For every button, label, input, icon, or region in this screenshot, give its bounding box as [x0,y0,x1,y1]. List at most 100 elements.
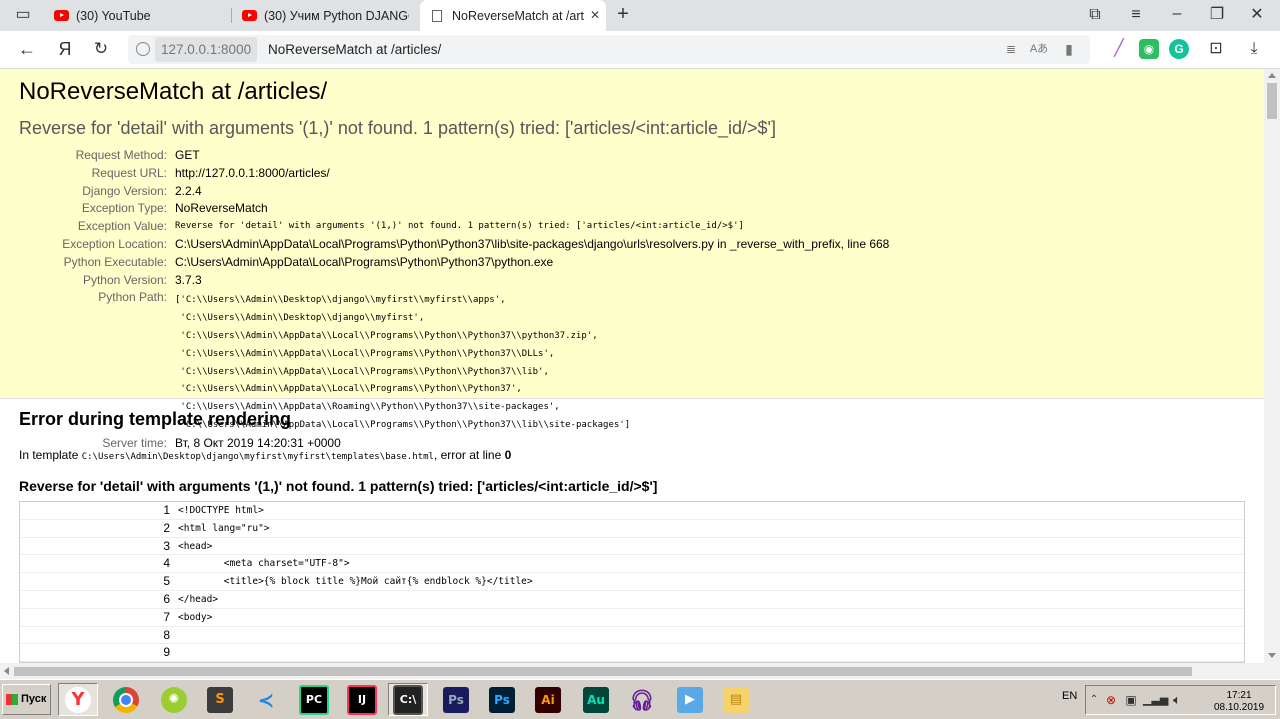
meta-row: Python Version: 3.7.3 [19,272,889,290]
meta-label: Request URL: [91,165,167,180]
address-bar-row: ← Я ↻ 127.0.0.1:8000 NoReverseMatch at /… [0,31,1280,69]
line-number: 2 [163,520,170,535]
illustrator-icon: Ai [535,686,561,713]
address-host: 127.0.0.1:8000 [155,37,258,62]
meta-row: Django Version: 2.2.4 [19,183,889,201]
source-line: 9 [20,644,1244,663]
windows-logo-icon [6,694,18,705]
language-indicator[interactable]: EN [1062,690,1077,702]
start-label: Пуск [21,693,47,705]
site-info-icon[interactable] [136,42,150,56]
template-source-table: 1 <!DOCTYPE html> 2 <html lang="ru"> 3 <hea… [19,501,1245,663]
line-number: 1 [163,503,170,517]
meta-label: Python Executable: [63,254,167,269]
source-line: 5 <title>{% block title %}Мой сайт{% end… [20,573,1244,591]
horizontal-scroll-thumb[interactable] [14,667,1192,676]
horizontal-scrollbar[interactable] [0,663,1280,679]
new-tab-icon[interactable]: + [612,4,634,24]
tab-noreversematch[interactable]: NoReverseMatch at /articles/ ✕ [420,0,606,31]
address-bar[interactable]: 127.0.0.1:8000 NoReverseMatch at /articl… [128,35,1090,64]
meta-value: Reverse for 'detail' with arguments '(1,… [175,221,744,232]
menu-icon[interactable]: ≡ [1125,5,1147,25]
taskbar-app-explorer[interactable]: ▤ [716,683,756,716]
error-subtitle: Reverse for 'detail' with arguments '(1,… [19,118,776,138]
pen-extension-icon[interactable]: ╱ [1108,39,1130,59]
taskbar-app-audition[interactable]: Au [576,683,616,716]
yandex-icon[interactable]: Я [54,39,76,59]
evernote-extension-icon[interactable]: ◉ [1139,39,1159,59]
meta-label: Python Version: [82,272,167,287]
show-hidden-icons-icon[interactable]: ⌃ [1088,690,1100,710]
meta-row: Exception Location: C:\Users\Admin\AppDat… [19,236,889,254]
vscode-icon: ≺ [257,687,275,712]
taskbar-app-sublime[interactable]: S [200,683,240,716]
taskbar-app-yandex[interactable]: Y [58,683,98,716]
meta-label: Django Version: [82,183,167,198]
terminal-icon: C:\ [393,684,423,715]
scroll-left-icon[interactable] [4,667,9,675]
meta-row: Exception Type: NoReverseMatch [19,200,889,218]
grammarly-extension-icon[interactable]: G [1169,39,1189,59]
tab-youtube[interactable]: (30) YouTube [48,0,228,31]
meta-value: 3.7.3 [175,272,202,287]
taskbar-app-photoshop[interactable]: Ps [436,683,476,716]
taskbar-app-chrome[interactable] [106,683,146,716]
taskbar-app-lime[interactable]: ✺ [154,683,194,716]
tabs-manager-icon[interactable]: ▭ [12,5,34,25]
source-line: 3 <head> [20,538,1244,556]
close-tab-icon[interactable]: ✕ [590,8,600,22]
close-window-icon[interactable]: ✕ [1246,5,1268,25]
tab-youtube-django[interactable]: (30) Учим Python DJANGO [236,0,416,31]
bookmarks-icon[interactable]: ⧉ [1084,5,1106,25]
source-line: 8 [20,627,1244,645]
source-line: 4 <meta charset="UTF-8"> [20,555,1244,574]
meta-label: Request Method: [75,148,167,162]
lime-icon: ✺ [161,686,187,713]
reload-icon[interactable]: ↻ [90,39,112,59]
bookmark-icon[interactable]: ▮ [1060,39,1078,59]
minimize-icon[interactable]: – [1166,4,1188,24]
vertical-scroll-thumb[interactable] [1267,83,1277,119]
line-number: 7 [163,609,170,624]
taskbar-app-pycharm[interactable]: PC [294,683,334,716]
template-prefix: In template [19,448,82,462]
taskbar-app-terminal[interactable]: C:\ [388,683,428,716]
taskbar-app-photoshop-2[interactable]: Ps [482,683,522,716]
back-icon[interactable]: ← [16,39,38,59]
intellij-icon: IJ [347,684,377,715]
scroll-up-icon[interactable] [1268,73,1276,78]
pycharm-icon: PC [299,684,329,715]
taskbar-app-illustrator[interactable]: Ai [528,683,568,716]
template-error-heading: Error during template rendering [19,409,292,429]
meta-value: GET [175,148,200,162]
line-number: 3 [163,538,170,553]
translate-icon[interactable]: Aあ [1028,39,1050,59]
clock[interactable]: 17:21 08.10.2019 [1209,690,1269,714]
vertical-scrollbar[interactable] [1264,69,1280,663]
reader-mode-icon[interactable]: ≣ [1002,39,1020,59]
photoshop-icon: Ps [443,686,469,713]
signal-icon[interactable]: ▁▃▅ [1143,690,1168,710]
device-icon[interactable]: ▣ [1123,690,1139,710]
taskbar-app-intellij[interactable]: IJ [342,683,382,716]
meta-label: Exception Value: [77,219,167,234]
tab-title: (30) YouTube [76,8,151,23]
feedback-icon[interactable]: ⊡ [1205,39,1227,59]
template-path: C:\Users\Admin\Desktop\django\myfirst\my… [81,452,434,462]
network-off-icon[interactable]: ⊗ [1103,690,1119,710]
taskbar-app-audio[interactable]: 🎧︎ [622,683,662,716]
volume-icon[interactable]: 🔈︎ [1169,690,1185,710]
taskbar-app-vscode[interactable]: ≺ [246,683,286,716]
meta-row: Exception Value: Reverse for 'detail' wit… [19,218,889,236]
meta-label: Exception Type: [81,201,167,216]
line-number: 5 [163,574,170,589]
downloads-icon[interactable]: ⤓ [1243,39,1265,59]
restore-icon[interactable]: ❐ [1206,5,1228,25]
error-at-line-label: , error at line [433,448,505,462]
template-error-message: Reverse for 'detail' with arguments '(1,… [19,478,658,494]
taskbar-app-player[interactable]: ▶ [670,683,710,716]
line-number: 9 [163,645,170,660]
start-button[interactable]: Пуск [2,684,51,715]
scroll-down-icon[interactable] [1268,653,1276,658]
sublime-text-icon: S [207,686,233,713]
